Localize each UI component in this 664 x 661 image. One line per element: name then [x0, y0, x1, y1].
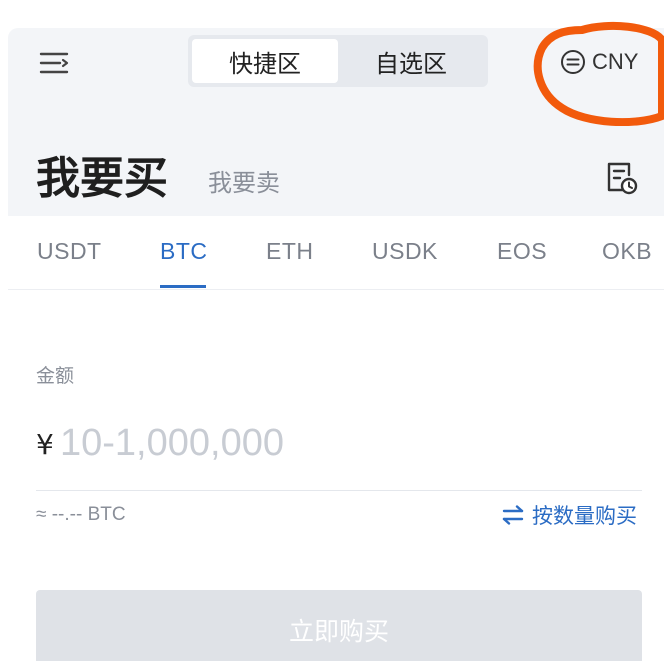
order-history-icon[interactable] [604, 160, 638, 196]
buy-by-quantity-label: 按数量购买 [532, 504, 637, 528]
segment-quick-zone[interactable]: 快捷区 [192, 39, 338, 83]
active-tab-indicator [160, 285, 206, 288]
currency-symbol: ¥ [36, 428, 54, 461]
tab-okb[interactable]: OKB [602, 238, 652, 265]
sell-tab-title[interactable]: 我要卖 [208, 163, 280, 198]
tab-eth[interactable]: ETH [266, 238, 314, 265]
segment-custom-zone[interactable]: 自选区 [338, 39, 484, 83]
approx-btc-value: ≈ --.-- BTC [36, 504, 126, 525]
coin-tabs: USDT BTC ETH USDK EOS OKB [8, 216, 664, 290]
buy-now-button[interactable]: 立即购买 [36, 590, 642, 661]
swap-arrows-icon [502, 505, 524, 525]
amount-label: 金额 [36, 365, 75, 387]
tab-usdk[interactable]: USDK [372, 238, 438, 265]
tab-btc[interactable]: BTC [160, 238, 208, 265]
currency-label: CNY [592, 49, 639, 74]
tab-eos[interactable]: EOS [497, 238, 547, 265]
amount-input[interactable] [60, 418, 620, 468]
buy-tab-title[interactable]: 我要买 [36, 142, 168, 206]
exchange-circle-icon [561, 50, 585, 74]
input-divider [36, 490, 642, 491]
currency-selector[interactable]: CNY [560, 44, 638, 80]
tab-usdt[interactable]: USDT [37, 238, 102, 265]
buy-by-quantity-toggle[interactable]: 按数量购买 [502, 500, 637, 530]
zone-switcher: 快捷区 自选区 [188, 35, 488, 87]
menu-icon[interactable] [36, 50, 72, 76]
